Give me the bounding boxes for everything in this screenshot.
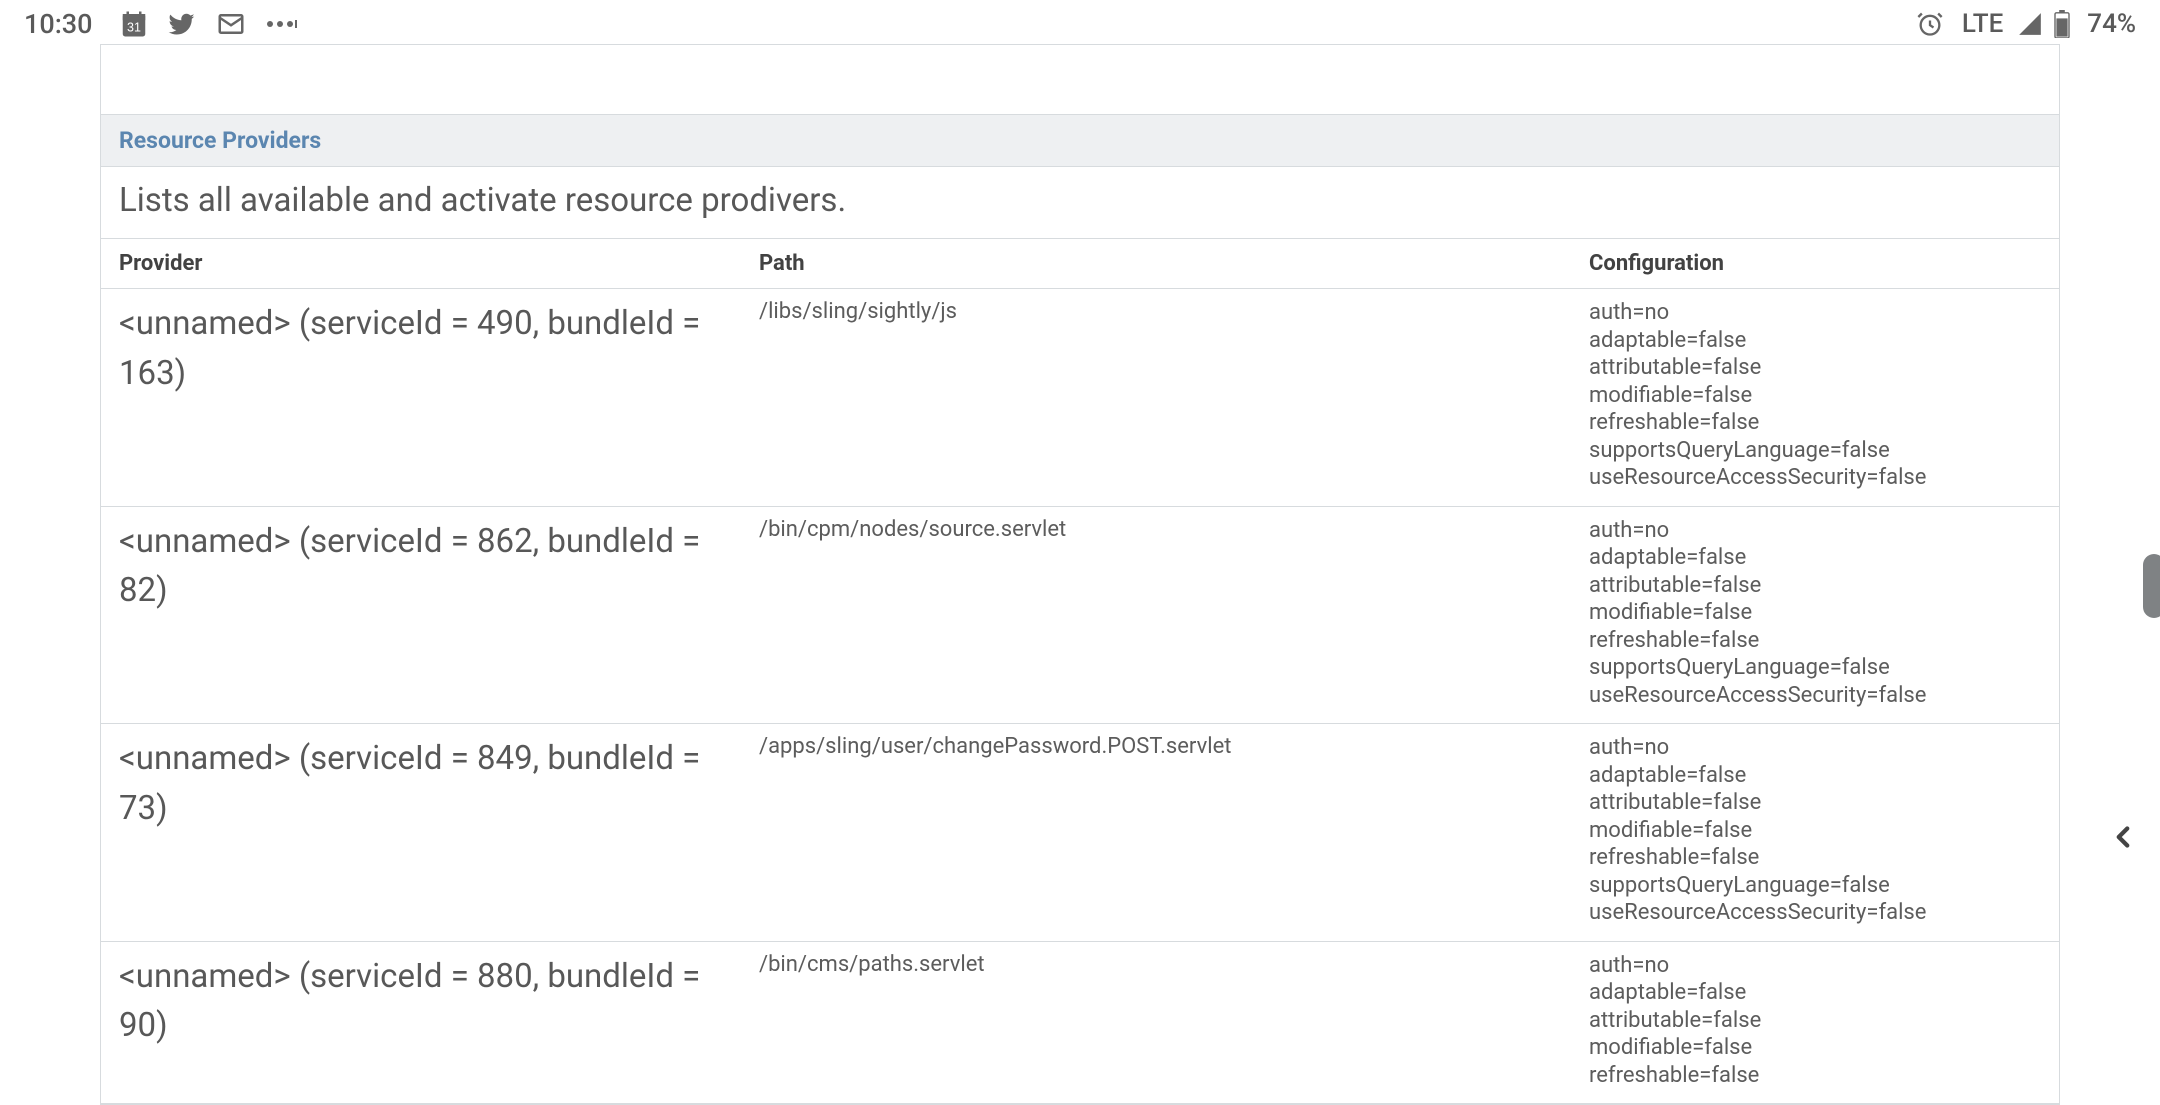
android-status-bar: 10:30 31 LTE 74% xyxy=(0,0,2160,44)
signal-icon xyxy=(2017,11,2043,37)
status-right: LTE 74% xyxy=(1916,9,2136,39)
alarm-icon xyxy=(1916,10,1944,38)
provider-cell: <unnamed> (serviceId = 849, bundleId = 7… xyxy=(101,724,741,942)
table-row: <unnamed> (serviceId = 880, bundleId = 9… xyxy=(101,941,2059,1104)
config-line: modifiable=false xyxy=(1589,1034,2041,1062)
scrollbar-thumb[interactable] xyxy=(2143,554,2160,618)
panel-description: Lists all available and activate resourc… xyxy=(101,167,2059,239)
config-line: auth=no xyxy=(1589,299,2041,327)
panel-section-title: Resource Providers xyxy=(101,115,2059,167)
more-icon xyxy=(265,9,299,39)
config-line: auth=no xyxy=(1589,734,2041,762)
config-cell: auth=noadaptable=falseattributable=false… xyxy=(1571,289,2059,507)
config-line: refreshable=false xyxy=(1589,844,2041,872)
path-cell: /bin/cms/paths.servlet xyxy=(741,941,1571,1104)
config-line: attributable=false xyxy=(1589,789,2041,817)
svg-text:31: 31 xyxy=(127,21,141,35)
status-clock: 10:30 xyxy=(24,8,93,40)
config-line: auth=no xyxy=(1589,517,2041,545)
config-cell: auth=noadaptable=falseattributable=false… xyxy=(1571,724,2059,942)
config-line: modifiable=false xyxy=(1589,599,2041,627)
config-line: attributable=false xyxy=(1589,1007,2041,1035)
chevron-left-icon[interactable] xyxy=(2106,820,2140,859)
config-line: supportsQueryLanguage=false xyxy=(1589,437,2041,465)
col-provider: Provider xyxy=(101,239,741,289)
config-line: adaptable=false xyxy=(1589,327,2041,355)
config-line: adaptable=false xyxy=(1589,762,2041,790)
table-row: <unnamed> (serviceId = 862, bundleId = 8… xyxy=(101,506,2059,724)
panel-blank-area xyxy=(101,45,2059,115)
table-row: <unnamed> (serviceId = 849, bundleId = 7… xyxy=(101,724,2059,942)
config-line: attributable=false xyxy=(1589,354,2041,382)
config-line: refreshable=false xyxy=(1589,409,2041,437)
config-line: useResourceAccessSecurity=false xyxy=(1589,899,2041,927)
provider-cell: <unnamed> (serviceId = 880, bundleId = 9… xyxy=(101,941,741,1104)
path-cell: /libs/sling/sightly/js xyxy=(741,289,1571,507)
config-line: attributable=false xyxy=(1589,572,2041,600)
providers-panel: Resource Providers Lists all available a… xyxy=(100,44,2060,1105)
providers-table: Provider Path Configuration <unnamed> (s… xyxy=(101,239,2059,1104)
twitter-icon xyxy=(167,9,197,39)
config-cell: auth=noadaptable=falseattributable=false… xyxy=(1571,941,2059,1104)
config-line: adaptable=false xyxy=(1589,544,2041,572)
config-line: modifiable=false xyxy=(1589,817,2041,845)
config-line: auth=no xyxy=(1589,952,2041,980)
col-config: Configuration xyxy=(1571,239,2059,289)
network-label: LTE xyxy=(1962,9,2003,39)
path-cell: /bin/cpm/nodes/source.servlet xyxy=(741,506,1571,724)
config-cell: auth=noadaptable=falseattributable=false… xyxy=(1571,506,2059,724)
battery-icon xyxy=(2053,10,2071,38)
config-line: supportsQueryLanguage=false xyxy=(1589,654,2041,682)
config-line: adaptable=false xyxy=(1589,979,2041,1007)
provider-cell: <unnamed> (serviceId = 862, bundleId = 8… xyxy=(101,506,741,724)
config-line: refreshable=false xyxy=(1589,627,2041,655)
path-cell: /apps/sling/user/changePassword.POST.ser… xyxy=(741,724,1571,942)
table-row: <unnamed> (serviceId = 490, bundleId = 1… xyxy=(101,289,2059,507)
config-line: refreshable=false xyxy=(1589,1062,2041,1090)
calendar-icon: 31 xyxy=(119,9,149,39)
table-header-row: Provider Path Configuration xyxy=(101,239,2059,289)
col-path: Path xyxy=(741,239,1571,289)
mail-icon xyxy=(215,9,247,39)
battery-percent: 74% xyxy=(2087,9,2136,39)
config-line: modifiable=false xyxy=(1589,382,2041,410)
config-line: supportsQueryLanguage=false xyxy=(1589,872,2041,900)
content-wrap: Resource Providers Lists all available a… xyxy=(0,44,2160,1105)
config-line: useResourceAccessSecurity=false xyxy=(1589,682,2041,710)
status-left: 10:30 31 xyxy=(24,8,299,40)
provider-cell: <unnamed> (serviceId = 490, bundleId = 1… xyxy=(101,289,741,507)
config-line: useResourceAccessSecurity=false xyxy=(1589,464,2041,492)
